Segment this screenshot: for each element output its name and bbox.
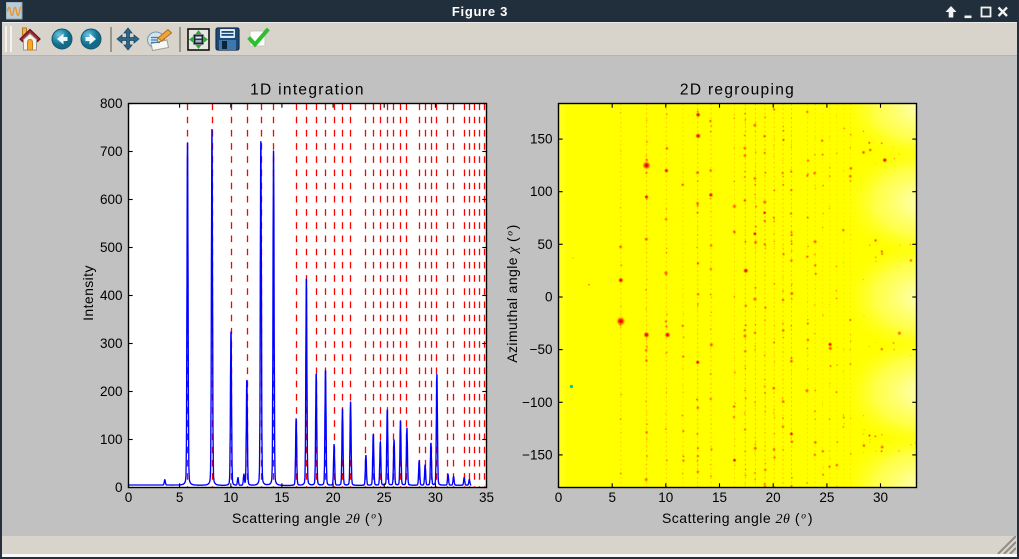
svg-text:35: 35 xyxy=(479,490,494,505)
svg-text:Intensity: Intensity xyxy=(80,265,96,321)
svg-text:600: 600 xyxy=(100,192,123,207)
svg-text:5: 5 xyxy=(176,490,184,505)
svg-text:25: 25 xyxy=(377,490,392,505)
svg-text:5: 5 xyxy=(608,490,616,505)
svg-text:700: 700 xyxy=(100,144,123,159)
svg-text:0: 0 xyxy=(115,480,123,495)
svg-text:200: 200 xyxy=(100,384,123,399)
svg-text:Scattering angle 2θ ( o ): Scattering angle 2θ ( o ) xyxy=(232,510,383,527)
svg-text:−150: −150 xyxy=(522,447,552,462)
svg-text:0: 0 xyxy=(545,290,553,305)
svg-text:30: 30 xyxy=(428,490,443,505)
svg-text:15: 15 xyxy=(274,490,289,505)
svg-text:−50: −50 xyxy=(530,342,553,357)
svg-text:30: 30 xyxy=(873,490,888,505)
svg-text:400: 400 xyxy=(100,288,123,303)
svg-text:1D integration: 1D integration xyxy=(250,82,365,99)
svg-text:20: 20 xyxy=(326,490,341,505)
svg-text:25: 25 xyxy=(819,490,834,505)
svg-text:100: 100 xyxy=(100,432,123,447)
svg-text:800: 800 xyxy=(100,96,123,111)
svg-text:50: 50 xyxy=(537,237,552,252)
svg-text:20: 20 xyxy=(766,490,781,505)
svg-text:0: 0 xyxy=(555,490,563,505)
svg-text:0: 0 xyxy=(125,490,133,505)
svg-text:100: 100 xyxy=(530,184,553,199)
svg-text:2D regrouping: 2D regrouping xyxy=(680,82,795,99)
svg-text:150: 150 xyxy=(530,132,553,147)
svg-text:10: 10 xyxy=(658,490,673,505)
svg-text:300: 300 xyxy=(100,336,123,351)
svg-text:500: 500 xyxy=(100,240,123,255)
svg-text:10: 10 xyxy=(223,490,238,505)
svg-text:15: 15 xyxy=(712,490,727,505)
svg-text:−100: −100 xyxy=(522,395,552,410)
svg-text:Azimuthal angle χ ( o ): Azimuthal angle χ ( o ) xyxy=(504,224,521,362)
svg-text:Scattering angle 2θ ( o ): Scattering angle 2θ ( o ) xyxy=(662,510,813,527)
